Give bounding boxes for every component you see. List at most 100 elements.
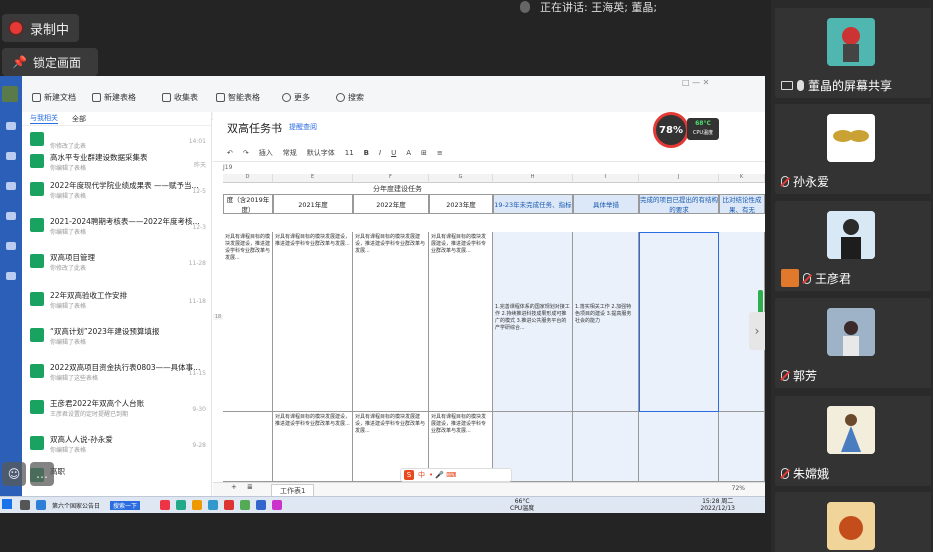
table-cell[interactable]: 对具有课程目标的模块发展建设，推进建设学科专业群改革与发展... <box>273 412 353 482</box>
underline-icon[interactable]: U <box>391 149 396 157</box>
header-cell[interactable]: 具体举措 <box>573 194 639 214</box>
inbox-button[interactable]: 收集表 <box>162 92 198 103</box>
participant-tile[interactable]: 董晶的屏幕共享 <box>775 8 931 98</box>
undo-icon[interactable]: ↶ <box>227 149 233 157</box>
header-cell[interactable]: 度（含2019年度） <box>223 194 273 214</box>
tab-all[interactable]: 全部 <box>72 114 86 124</box>
column-header[interactable]: K <box>719 174 765 183</box>
column-header[interactable]: F <box>353 174 429 183</box>
column-header[interactable]: H <box>493 174 573 183</box>
list-item[interactable]: 2022年度现代学院业绩成果表 ——赋予当... 你编辑了表格 12-5 <box>30 178 210 204</box>
list-item[interactable]: 双高人人说-孙永爱 你编辑了表格 9-28 <box>30 432 210 458</box>
participant-tile[interactable]: 孙永爱 <box>775 104 931 194</box>
header-cell[interactable]: 19-23年未完成任务、指标 <box>493 194 573 214</box>
rail-calendar[interactable] <box>3 182 19 192</box>
app-icon[interactable] <box>272 500 282 510</box>
user-avatar[interactable] <box>2 86 18 102</box>
start-icon[interactable] <box>2 499 12 509</box>
selected-cell[interactable] <box>639 232 719 412</box>
size-select[interactable]: 11 <box>345 149 354 157</box>
header-cell[interactable]: 2022年度 <box>353 194 429 214</box>
header-cell[interactable]: 完成的项目已提出的有结构的要求 <box>639 194 719 214</box>
reminder-tag[interactable]: 提醒查阅 <box>289 122 317 132</box>
sheet-list-icon[interactable]: ≣ <box>247 483 253 491</box>
zoom-level[interactable]: 72% <box>732 485 745 492</box>
tab-related[interactable]: 与我相关 <box>30 113 58 124</box>
column-header[interactable]: D <box>223 174 273 183</box>
table-cell[interactable]: 1.落实相关工作 2.加强特色项目的建设 3.提高服务社会的能力 <box>573 232 639 412</box>
table-cell[interactable] <box>573 412 639 482</box>
font-select[interactable]: 默认字体 <box>307 148 335 158</box>
app-icon[interactable] <box>160 500 170 510</box>
browser-icon[interactable] <box>36 500 46 510</box>
shared-screen[interactable]: 新建文档 新建表格 收集表 智能表格 更多 搜索 □ — ✕ 与我相关 全部 你… <box>0 76 765 513</box>
add-sheet-icon[interactable]: + <box>231 483 237 491</box>
window-controls[interactable]: □ — ✕ <box>682 78 709 87</box>
app-icon[interactable] <box>224 500 234 510</box>
rail-disk[interactable] <box>3 272 19 282</box>
table-cell[interactable]: 1.完善课程体系的国家规划对接工作 2.持续推进科技成果形成可推广的模式 3.推… <box>493 232 573 412</box>
ime-tools[interactable]: • 🎤 ⌨ <box>429 471 456 479</box>
list-item[interactable]: 王彦君2022年双高个人台账 王彦君设置的定时提醒已到期 9-30 <box>30 396 210 422</box>
participant-tile[interactable]: 王彦君 <box>775 201 931 291</box>
italic-icon[interactable]: I <box>379 149 381 157</box>
search-button[interactable]: 搜索 <box>336 92 364 103</box>
column-header[interactable]: G <box>429 174 493 183</box>
row-number[interactable]: 18 <box>213 314 223 320</box>
bold-icon[interactable]: B <box>364 149 369 157</box>
list-item[interactable]: “双高计划”2023年建设预算填报 你编辑了表格 <box>30 324 210 350</box>
border-icon[interactable]: ⊞ <box>421 149 427 157</box>
table-cell[interactable]: 对具有课程目标的模块发展建设，推进建设学科专业群改革与发展... <box>273 232 353 412</box>
column-header[interactable]: I <box>573 174 639 183</box>
app-icon[interactable] <box>256 500 266 510</box>
list-item[interactable]: 高水平专业群建设数据采集表 你编辑了表格 昨天 <box>30 150 210 176</box>
redo-icon[interactable]: ↷ <box>243 149 249 157</box>
table-cell[interactable]: 对具有课程目标的模块发展建设，推进建设学科专业群改革与发展... <box>429 232 493 412</box>
table-cell[interactable] <box>223 412 273 482</box>
list-item[interactable]: 2021-2024聘期考核表——2022年度考核... 你编辑了表格 12-3 <box>30 214 210 240</box>
rail-meeting[interactable] <box>3 212 19 222</box>
search-icon[interactable] <box>20 500 30 510</box>
table-cell[interactable]: 对具有课程目标的模块发展建设，推进建设学科专业群改革与发展... <box>223 232 273 412</box>
style-select[interactable]: 常规 <box>283 148 297 158</box>
header-cell[interactable]: 2021年度 <box>273 194 353 214</box>
ime-toolbar[interactable]: S 中 • 🎤 ⌨ <box>400 468 512 482</box>
app-icon[interactable] <box>176 500 186 510</box>
table-cell[interactable]: 对具有课程目标的模块发展建设，推进建设学科专业群改革与发展... <box>353 232 429 412</box>
app-icon[interactable] <box>208 500 218 510</box>
smart-table-button[interactable]: 智能表格 <box>216 92 260 103</box>
header-cell[interactable]: 2023年度 <box>429 194 493 214</box>
lock-screen-button[interactable]: 📌 锁定画面 <box>2 48 98 76</box>
table-cell[interactable] <box>719 412 765 482</box>
new-sheet-button[interactable]: 新建表格 <box>92 92 136 103</box>
cell-reference[interactable]: J19 <box>223 164 232 171</box>
column-header[interactable]: E <box>273 174 353 183</box>
new-doc-button[interactable]: 新建文档 <box>32 92 76 103</box>
rail-docs[interactable] <box>3 152 19 162</box>
sheet-grid[interactable]: D E F G H I J K 分年度建设任务 度（含2019年度） 2021年… <box>213 174 765 482</box>
taskbar-search[interactable]: 搜索一下 <box>110 501 141 510</box>
more-button[interactable]: 更多 <box>282 92 310 103</box>
rail-workbench[interactable] <box>3 242 19 252</box>
participant-tile[interactable]: 朱嫦娥 <box>775 396 931 486</box>
text-color-icon[interactable]: A <box>406 149 411 157</box>
column-header[interactable]: J <box>639 174 719 183</box>
participant-tile[interactable]: 郭芳 <box>775 298 931 388</box>
recording-indicator[interactable]: 录制中 <box>2 14 79 42</box>
rail-messages[interactable] <box>3 122 19 132</box>
align-icon[interactable]: ≡ <box>437 149 443 157</box>
participant-tile[interactable] <box>775 492 931 552</box>
list-item[interactable]: 双高项目管理 你修改了此表 11-28 <box>30 250 210 276</box>
insert-menu[interactable]: 插入 <box>259 148 273 158</box>
table-cell[interactable] <box>639 412 719 482</box>
app-icon[interactable] <box>240 500 250 510</box>
taskbar-folder[interactable]: 第六个国家公告日 <box>52 501 100 510</box>
chat-icon[interactable]: … <box>30 462 54 486</box>
taskbar-clock[interactable]: 15:28 周二 2022/12/13 <box>700 498 735 512</box>
list-item[interactable]: 2022双高项目资金执行表0803——具体事... 你编辑了这些表格 11-15 <box>30 360 210 386</box>
app-icon[interactable] <box>192 500 202 510</box>
emoji-icon[interactable]: ☺ <box>2 462 26 486</box>
list-item[interactable]: 22年双高验收工作安排 你编辑了表格 11-18 <box>30 288 210 314</box>
header-cell[interactable]: 比对结论性成果、有无 <box>719 194 765 214</box>
expand-panel-arrow[interactable]: › <box>749 312 765 350</box>
